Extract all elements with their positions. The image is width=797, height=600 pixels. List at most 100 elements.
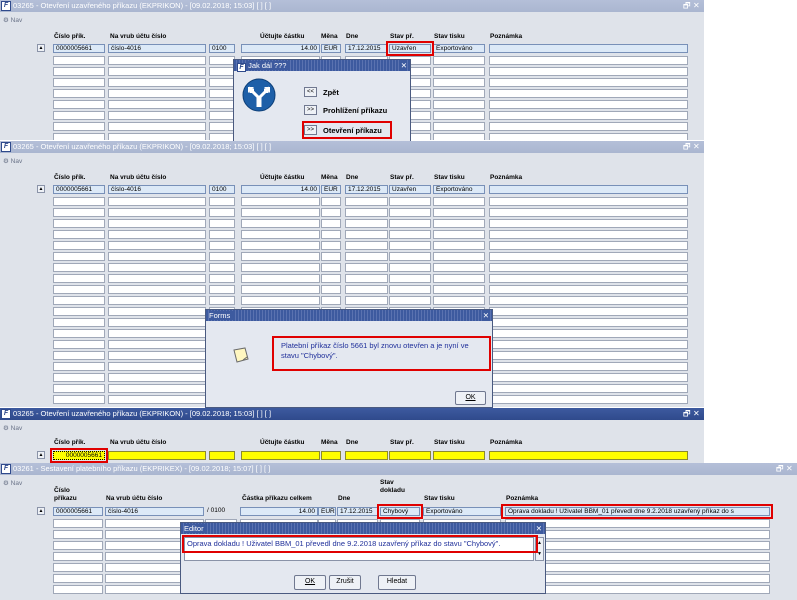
- empty-cell[interactable]: [241, 197, 320, 206]
- empty-cell[interactable]: [209, 100, 235, 109]
- restore-icon[interactable]: 🗗: [776, 463, 784, 475]
- empty-cell[interactable]: [209, 67, 235, 76]
- window-titlebar[interactable]: F 03265 - Otevření uzavřeného příkazu (E…: [0, 408, 704, 420]
- empty-cell[interactable]: [53, 100, 105, 109]
- empty-cell[interactable]: [53, 208, 105, 217]
- editor-textarea[interactable]: Oprava dokladu ! Uživatel BBM_01 převedl…: [184, 537, 534, 561]
- editor-scrollbar[interactable]: ▲ ▼: [535, 537, 544, 561]
- empty-cell[interactable]: [345, 285, 388, 294]
- empty-cell[interactable]: [108, 241, 206, 250]
- cell-dne[interactable]: [345, 451, 388, 460]
- empty-cell[interactable]: [53, 563, 103, 572]
- empty-cell[interactable]: [53, 296, 105, 305]
- window-titlebar[interactable]: F 03265 - Otevření uzavřeného příkazu (E…: [0, 141, 704, 153]
- close-icon[interactable]: ✕: [693, 408, 700, 420]
- empty-cell[interactable]: [489, 230, 688, 239]
- empty-cell[interactable]: [345, 230, 388, 239]
- empty-cell[interactable]: [209, 122, 235, 131]
- empty-cell[interactable]: [108, 285, 206, 294]
- empty-cell[interactable]: [321, 252, 341, 261]
- empty-cell[interactable]: [489, 285, 688, 294]
- empty-cell[interactable]: [108, 56, 206, 65]
- empty-cell[interactable]: [321, 208, 341, 217]
- empty-cell[interactable]: [489, 67, 688, 76]
- empty-cell[interactable]: [489, 340, 688, 349]
- empty-cell[interactable]: [389, 241, 431, 250]
- window-titlebar[interactable]: F 03265 - Otevření uzavřeného příkazu (E…: [0, 0, 704, 12]
- scroll-up-icon[interactable]: ▲: [37, 507, 45, 515]
- empty-cell[interactable]: [53, 318, 105, 327]
- empty-cell[interactable]: [489, 100, 688, 109]
- empty-cell[interactable]: [433, 263, 485, 272]
- empty-cell[interactable]: [53, 197, 105, 206]
- cell-kod[interactable]: / 0100: [205, 507, 237, 516]
- empty-cell[interactable]: [241, 208, 320, 217]
- empty-cell[interactable]: [389, 252, 431, 261]
- cell-cislo[interactable]: 0000005661: [53, 44, 105, 53]
- cell-dne[interactable]: 17.12.2015: [345, 44, 388, 53]
- empty-cell[interactable]: [489, 89, 688, 98]
- cell-poznamka[interactable]: [489, 451, 688, 460]
- empty-cell[interactable]: [489, 219, 688, 228]
- close-icon[interactable]: ✕: [693, 141, 700, 153]
- empty-cell[interactable]: [489, 78, 688, 87]
- nav-button[interactable]: ⚙ Nav: [3, 157, 22, 165]
- empty-cell[interactable]: [53, 574, 103, 583]
- empty-cell[interactable]: [108, 384, 206, 393]
- cell-vrub[interactable]: číslo-4016: [108, 44, 206, 53]
- empty-cell[interactable]: [489, 122, 688, 131]
- empty-cell[interactable]: [489, 263, 688, 272]
- empty-cell[interactable]: [241, 263, 320, 272]
- empty-cell[interactable]: [489, 318, 688, 327]
- empty-cell[interactable]: [433, 67, 485, 76]
- empty-cell[interactable]: [53, 585, 103, 594]
- restore-icon[interactable]: 🗗: [683, 408, 691, 420]
- empty-cell[interactable]: [489, 252, 688, 261]
- open-order-button[interactable]: >>: [304, 125, 317, 135]
- empty-cell[interactable]: [433, 56, 485, 65]
- empty-cell[interactable]: [433, 219, 485, 228]
- empty-cell[interactable]: [241, 274, 320, 283]
- empty-cell[interactable]: [108, 373, 206, 382]
- empty-cell[interactable]: [433, 241, 485, 250]
- empty-cell[interactable]: [53, 67, 105, 76]
- empty-cell[interactable]: [53, 274, 105, 283]
- cell-cislo[interactable]: 0000005661: [53, 507, 103, 516]
- cell-kod[interactable]: 0100: [209, 44, 235, 53]
- empty-cell[interactable]: [209, 219, 235, 228]
- cell-vrub[interactable]: číslo-4016: [108, 185, 206, 194]
- empty-cell[interactable]: [433, 208, 485, 217]
- cell-vrub[interactable]: [108, 451, 206, 460]
- empty-cell[interactable]: [489, 351, 688, 360]
- empty-cell[interactable]: [433, 252, 485, 261]
- empty-cell[interactable]: [489, 307, 688, 316]
- empty-cell[interactable]: [345, 296, 388, 305]
- empty-cell[interactable]: [321, 230, 341, 239]
- empty-cell[interactable]: [345, 197, 388, 206]
- empty-cell[interactable]: [108, 362, 206, 371]
- empty-cell[interactable]: [321, 197, 341, 206]
- empty-cell[interactable]: [241, 285, 320, 294]
- empty-cell[interactable]: [345, 219, 388, 228]
- empty-cell[interactable]: [489, 329, 688, 338]
- cell-poznamka[interactable]: Oprava dokladu ! Uživatel BBM_01 převedl…: [505, 507, 770, 516]
- empty-cell[interactable]: [108, 78, 206, 87]
- empty-cell[interactable]: [209, 230, 235, 239]
- empty-cell[interactable]: [489, 362, 688, 371]
- empty-cell[interactable]: [209, 78, 235, 87]
- empty-cell[interactable]: [53, 241, 105, 250]
- empty-cell[interactable]: [53, 122, 105, 131]
- cell-castka[interactable]: 14.00: [241, 185, 320, 194]
- cell-tisk[interactable]: Exportováno: [433, 44, 485, 53]
- cell-kod[interactable]: 0100: [209, 185, 235, 194]
- empty-cell[interactable]: [209, 133, 235, 140]
- empty-cell[interactable]: [108, 197, 206, 206]
- empty-cell[interactable]: [53, 395, 105, 404]
- empty-cell[interactable]: [53, 230, 105, 239]
- empty-cell[interactable]: [209, 197, 235, 206]
- empty-cell[interactable]: [108, 67, 206, 76]
- cell-tisk[interactable]: Exportováno: [423, 507, 501, 516]
- empty-cell[interactable]: [209, 296, 235, 305]
- empty-cell[interactable]: [433, 78, 485, 87]
- empty-cell[interactable]: [209, 56, 235, 65]
